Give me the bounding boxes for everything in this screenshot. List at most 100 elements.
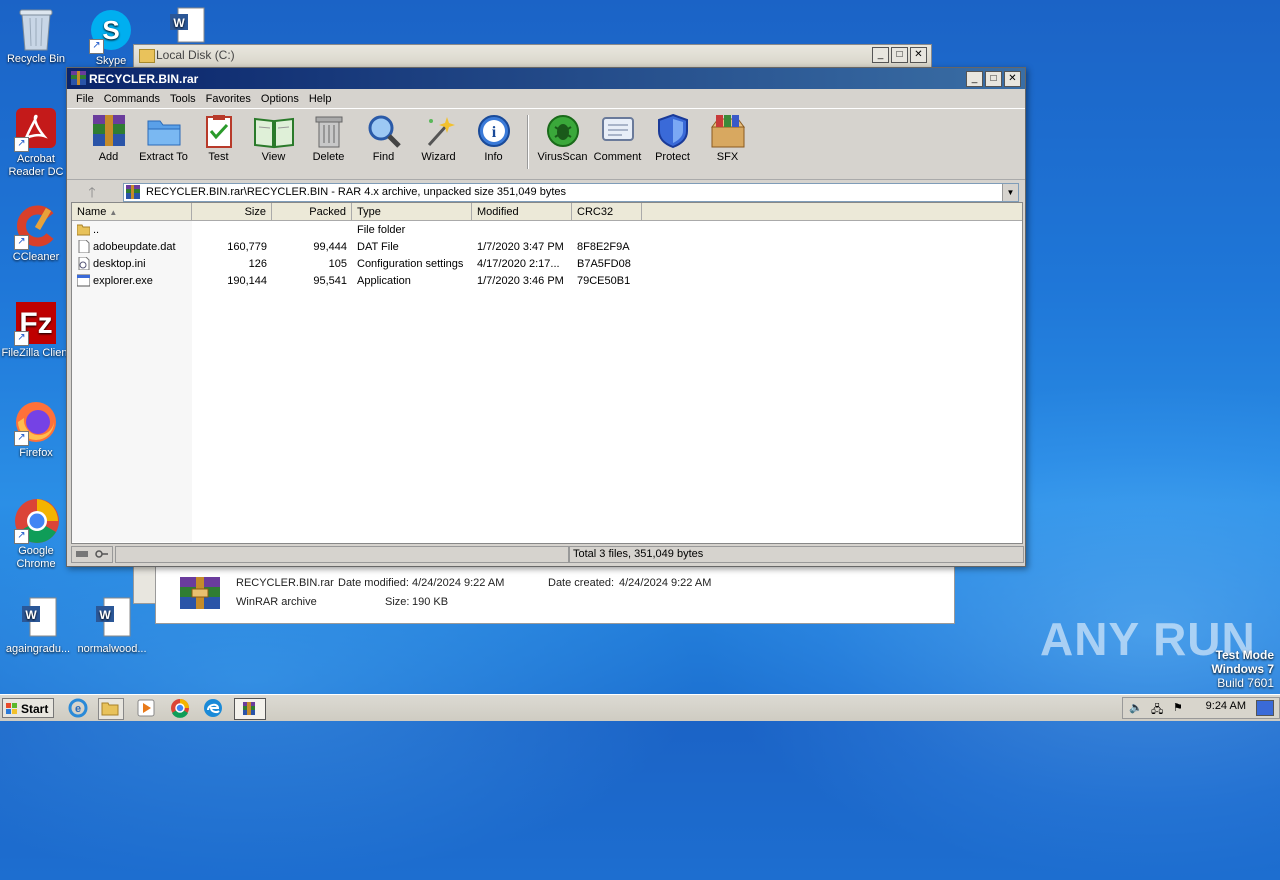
- toolbar-info-label: Info: [484, 151, 503, 163]
- acrobat-label: Acrobat Reader DC: [8, 153, 64, 178]
- folder-icon: [76, 223, 91, 236]
- menu-tools[interactable]: Tools: [165, 93, 201, 105]
- address-text: RECYCLER.BIN.rar\RECYCLER.BIN - RAR 4.x …: [146, 186, 566, 198]
- application-icon: [76, 274, 91, 287]
- menu-commands[interactable]: Commands: [99, 93, 165, 105]
- toolbar-add-button[interactable]: Add: [81, 109, 136, 179]
- shortcut-arrow-icon: ↗: [89, 39, 104, 54]
- details-size-label: Size:: [385, 596, 410, 608]
- menu-help[interactable]: Help: [304, 93, 337, 105]
- column-header-type[interactable]: Type: [352, 203, 472, 220]
- show-desktop-icon[interactable]: [1256, 700, 1274, 716]
- toolbar-sfx-button[interactable]: SFX: [700, 109, 755, 179]
- up-one-level-button[interactable]: 🡑: [77, 184, 107, 200]
- toolbar-find-button[interactable]: Find: [356, 109, 411, 179]
- menu-file[interactable]: File: [71, 93, 99, 105]
- file-name: explorer.exe: [93, 274, 153, 287]
- start-button[interactable]: Start: [2, 698, 54, 718]
- file-row[interactable]: explorer.exe 190,144 95,541 Application …: [72, 272, 1022, 289]
- column-header-crc32[interactable]: CRC32: [572, 203, 642, 220]
- desktop-icon-filezilla[interactable]: Fz ↗ FileZilla Client: [0, 300, 72, 360]
- chrome-icon: ↗: [14, 498, 59, 544]
- minimize-button[interactable]: _: [966, 71, 983, 87]
- ie-taskbar-icon[interactable]: e: [68, 698, 92, 718]
- toolbar-protect-button[interactable]: Protect: [645, 109, 700, 179]
- network-icon[interactable]: 🖧: [1151, 701, 1163, 720]
- test-mode-watermark: Test Mode Windows 7 Build 7601: [1211, 648, 1274, 690]
- explorer-taskbar-icon[interactable]: [98, 698, 124, 720]
- file-modified: 1/7/2020 3:47 PM: [477, 240, 564, 253]
- svg-text:e: e: [75, 703, 81, 715]
- explorer-window-titlebar[interactable]: Local Disk (C:) _ □ ✕: [133, 44, 932, 68]
- details-filename: RECYCLER.BIN.rar: [236, 577, 334, 589]
- maximize-button[interactable]: □: [891, 47, 908, 63]
- file-crc: 8F8E2F9A: [577, 240, 630, 253]
- file-crc: B7A5FD08: [577, 257, 631, 270]
- desktop-icon-doc-normalwood[interactable]: W normalwood...: [76, 596, 148, 656]
- file-name: adobeupdate.dat: [93, 240, 176, 253]
- media-player-taskbar-icon[interactable]: [136, 698, 160, 718]
- status-bar: Total 3 files, 351,049 bytes: [71, 546, 1024, 563]
- menu-favorites[interactable]: Favorites: [201, 93, 256, 105]
- column-headers: Name ▲ Size Packed Type Modified CRC32: [72, 203, 1022, 221]
- toolbar-wizard-button[interactable]: Wizard: [411, 109, 466, 179]
- file-row[interactable]: adobeupdate.dat 160,779 99,444 DAT File …: [72, 238, 1022, 255]
- view-book-icon: [253, 117, 294, 149]
- file-row-parent[interactable]: .. File folder: [72, 221, 1022, 238]
- edge-taskbar-icon[interactable]: [203, 698, 227, 718]
- desktop-icon-acrobat[interactable]: ↗ Acrobat Reader DC: [0, 106, 72, 179]
- file-size: 190,144: [227, 274, 267, 287]
- toolbar-protect-label: Protect: [655, 151, 690, 163]
- address-dropdown-button[interactable]: ▼: [1002, 184, 1018, 201]
- find-magnifier-icon: [368, 115, 401, 148]
- details-size-value: 190 KB: [412, 596, 449, 608]
- toolbar-delete-button[interactable]: Delete: [301, 109, 356, 179]
- winrar-titlebar[interactable]: RECYCLER.BIN.rar _ □ ✕: [67, 68, 1025, 89]
- folder-icon: [139, 49, 155, 63]
- shortcut-arrow-icon: ↗: [14, 331, 29, 346]
- address-field[interactable]: RECYCLER.BIN.rar\RECYCLER.BIN - RAR 4.x …: [123, 183, 1019, 202]
- toolbar-extract-button[interactable]: Extract To: [136, 109, 191, 179]
- desktop-icon-recycle-bin[interactable]: Recycle Bin: [0, 6, 72, 66]
- chrome-taskbar-icon[interactable]: [170, 698, 194, 718]
- wizard-wand-icon: [427, 117, 455, 147]
- status-icons[interactable]: [71, 546, 113, 563]
- menu-options[interactable]: Options: [256, 93, 304, 105]
- word-document-icon: W: [90, 596, 134, 640]
- file-modified: 4/17/2020 2:17...: [477, 257, 560, 270]
- action-center-flag-icon[interactable]: ⚑: [1173, 701, 1183, 714]
- file-row[interactable]: desktop.ini 126 105 Configuration settin…: [72, 255, 1022, 272]
- firefox-label: Firefox: [19, 447, 53, 459]
- close-button[interactable]: ✕: [910, 47, 927, 63]
- toolbar-comment-button[interactable]: Comment: [590, 109, 645, 179]
- comment-icon: [601, 117, 634, 141]
- close-button[interactable]: ✕: [1004, 71, 1021, 87]
- toolbar-test-button[interactable]: Test: [191, 109, 246, 179]
- winrar-taskbar-icon[interactable]: [234, 698, 266, 720]
- clock[interactable]: 9:24 AM: [1206, 700, 1246, 712]
- add-archive-icon: [92, 115, 125, 146]
- minimize-button[interactable]: _: [872, 47, 889, 63]
- winrar-icon: [71, 71, 86, 85]
- status-pane: [115, 546, 569, 563]
- column-header-name[interactable]: Name ▲: [72, 203, 192, 220]
- maximize-button[interactable]: □: [985, 71, 1002, 87]
- column-header-modified[interactable]: Modified: [472, 203, 572, 220]
- desktop-icon-chrome[interactable]: ↗ Google Chrome: [0, 498, 72, 571]
- volume-icon[interactable]: 🔈: [1129, 701, 1143, 714]
- toolbar-view-button[interactable]: View: [246, 109, 301, 179]
- details-modified-value: 4/24/2024 9:22 AM: [412, 577, 505, 589]
- desktop-icon-firefox[interactable]: ↗ Firefox: [0, 400, 72, 460]
- toolbar-wizard-label: Wizard: [421, 151, 456, 163]
- toolbar-info-button[interactable]: i Info: [466, 109, 521, 179]
- chrome-label: Google Chrome: [16, 545, 56, 570]
- column-header-packed[interactable]: Packed: [272, 203, 352, 220]
- toolbar: Add Extract To Test View Delete Find Wiz…: [67, 108, 1025, 179]
- desktop-icon-ccleaner[interactable]: ↗ CCleaner: [0, 204, 72, 264]
- file-type: Application: [357, 274, 411, 287]
- winrar-icon: [126, 185, 140, 199]
- column-header-size[interactable]: Size: [192, 203, 272, 220]
- desktop-icon-doc-againgradu[interactable]: W againgradu...: [2, 596, 74, 656]
- virusscan-bug-icon: [546, 115, 579, 147]
- toolbar-virusscan-button[interactable]: VirusScan: [535, 109, 590, 179]
